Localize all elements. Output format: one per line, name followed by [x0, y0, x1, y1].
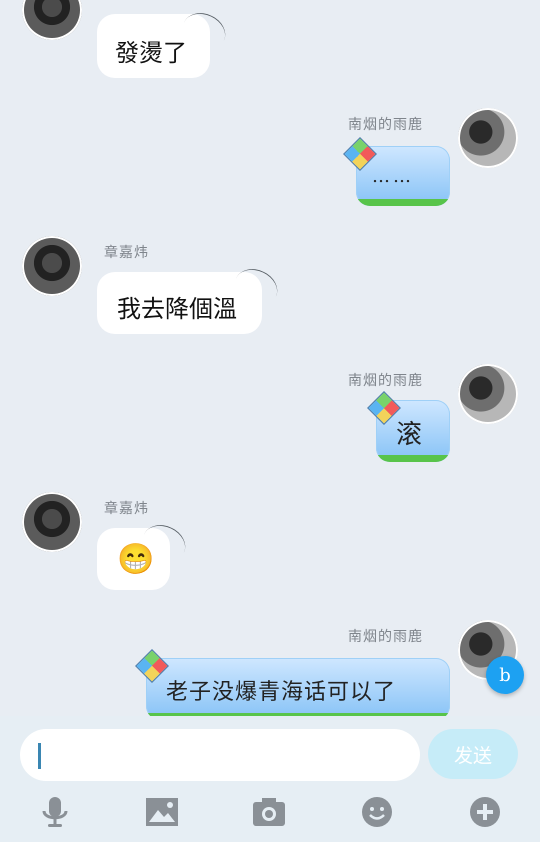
sender-name: 南烟的雨鹿	[348, 117, 423, 133]
camera-icon[interactable]	[252, 796, 286, 828]
sender-name: 南烟的雨鹿	[348, 629, 423, 645]
kite-icon	[135, 649, 169, 683]
grass-decoration	[376, 455, 450, 462]
message-text: 我去降個溫	[117, 295, 237, 323]
avatar-nanyan[interactable]	[458, 108, 518, 168]
avatar-zhang[interactable]	[22, 236, 82, 296]
chat-area[interactable]: 發燙了 南烟的雨鹿 …… 章嘉炜 我去降個溫 南烟的雨鹿 滚 章嘉炜 😁 南烟的…	[0, 0, 540, 716]
kite-icon	[343, 137, 377, 171]
message-text: 老子没爆青海话可以了	[166, 680, 397, 705]
avatar-nanyan[interactable]	[458, 364, 518, 424]
sender-name: 南烟的雨鹿	[348, 373, 423, 389]
sender-name: 章嘉炜	[104, 245, 149, 261]
image-icon[interactable]	[145, 796, 179, 828]
message-text: ……	[372, 166, 414, 187]
sender-name: 章嘉炜	[104, 501, 149, 517]
mic-icon[interactable]	[38, 796, 72, 828]
emoji-icon[interactable]	[360, 796, 394, 828]
input-bar: 发送	[0, 716, 540, 842]
text-cursor	[38, 743, 41, 769]
message-text: 發燙了	[115, 39, 187, 67]
avatar-zhang[interactable]	[22, 0, 82, 40]
message-text: 滚	[396, 420, 423, 450]
plus-icon[interactable]	[468, 796, 502, 828]
badge-label: b	[499, 664, 511, 686]
avatar-zhang[interactable]	[22, 492, 82, 552]
floating-badge[interactable]: b	[486, 656, 524, 694]
kite-icon	[367, 391, 401, 425]
grass-decoration	[356, 199, 450, 206]
message-bubble[interactable]: 老子没爆青海话可以了	[146, 658, 450, 716]
message-input[interactable]	[20, 729, 420, 781]
send-button[interactable]: 发送	[428, 729, 518, 779]
